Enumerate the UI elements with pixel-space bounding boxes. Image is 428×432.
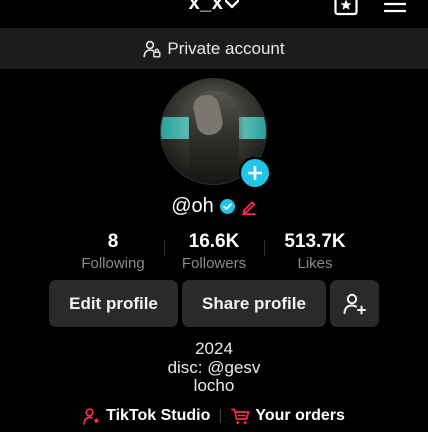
bio-line: 2024: [195, 339, 233, 358]
tiktok-studio-link[interactable]: TikTok Studio: [83, 407, 210, 425]
add-friend-icon: [343, 293, 366, 314]
chevron-down-icon: [225, 0, 240, 8]
favorites-button[interactable]: [334, 0, 358, 21]
stat-label: Likes: [297, 255, 333, 272]
verified-check-icon: [219, 198, 235, 214]
menu-button[interactable]: [383, 0, 407, 19]
username-title: x_x: [188, 0, 224, 14]
stat-divider: [264, 240, 265, 256]
add-story-button[interactable]: [239, 157, 271, 189]
username-switcher[interactable]: x_x: [0, 0, 428, 15]
edit-profile-button[interactable]: Edit profile: [49, 280, 178, 327]
stat-likes[interactable]: 513.7K Likes: [255, 231, 375, 272]
top-bar: x_x: [0, 0, 428, 28]
bio-line: locho: [193, 376, 235, 395]
star-bookmark-icon: [334, 0, 358, 16]
tiktok-studio-label: TikTok Studio: [106, 407, 211, 424]
stats-row: 8 Following 16.6K Followers 513.7K Likes: [0, 231, 428, 275]
stat-divider: [164, 240, 165, 256]
edit-profile-label: Edit profile: [69, 293, 158, 313]
handle-row: @oh: [0, 194, 428, 218]
share-profile-label: Share profile: [202, 293, 306, 313]
stat-value: 513.7K: [284, 231, 346, 252]
profile-handle: @oh: [171, 194, 214, 217]
private-account-banner: Private account: [0, 28, 428, 69]
hamburger-menu-icon: [383, 2, 407, 13]
plus-icon: [248, 166, 262, 180]
share-profile-button[interactable]: Share profile: [182, 280, 326, 327]
link-separator: [220, 409, 222, 423]
studio-person-star-icon: [83, 407, 100, 425]
pencil-icon[interactable]: [241, 198, 257, 215]
lock-person-icon: [143, 40, 161, 57]
profile-bio: 2024 disc: @gesv locho: [0, 339, 428, 396]
profile-links-row: TikTok Studio Your orders: [0, 405, 428, 427]
your-orders-link[interactable]: Your orders: [231, 407, 345, 425]
private-account-label: Private account: [167, 38, 285, 58]
shopping-cart-icon: [231, 408, 250, 424]
bio-line[interactable]: disc: @gesv: [0, 358, 428, 378]
avatar-container[interactable]: [161, 79, 271, 189]
add-friend-button[interactable]: [330, 280, 379, 327]
your-orders-label: Your orders: [255, 407, 345, 424]
